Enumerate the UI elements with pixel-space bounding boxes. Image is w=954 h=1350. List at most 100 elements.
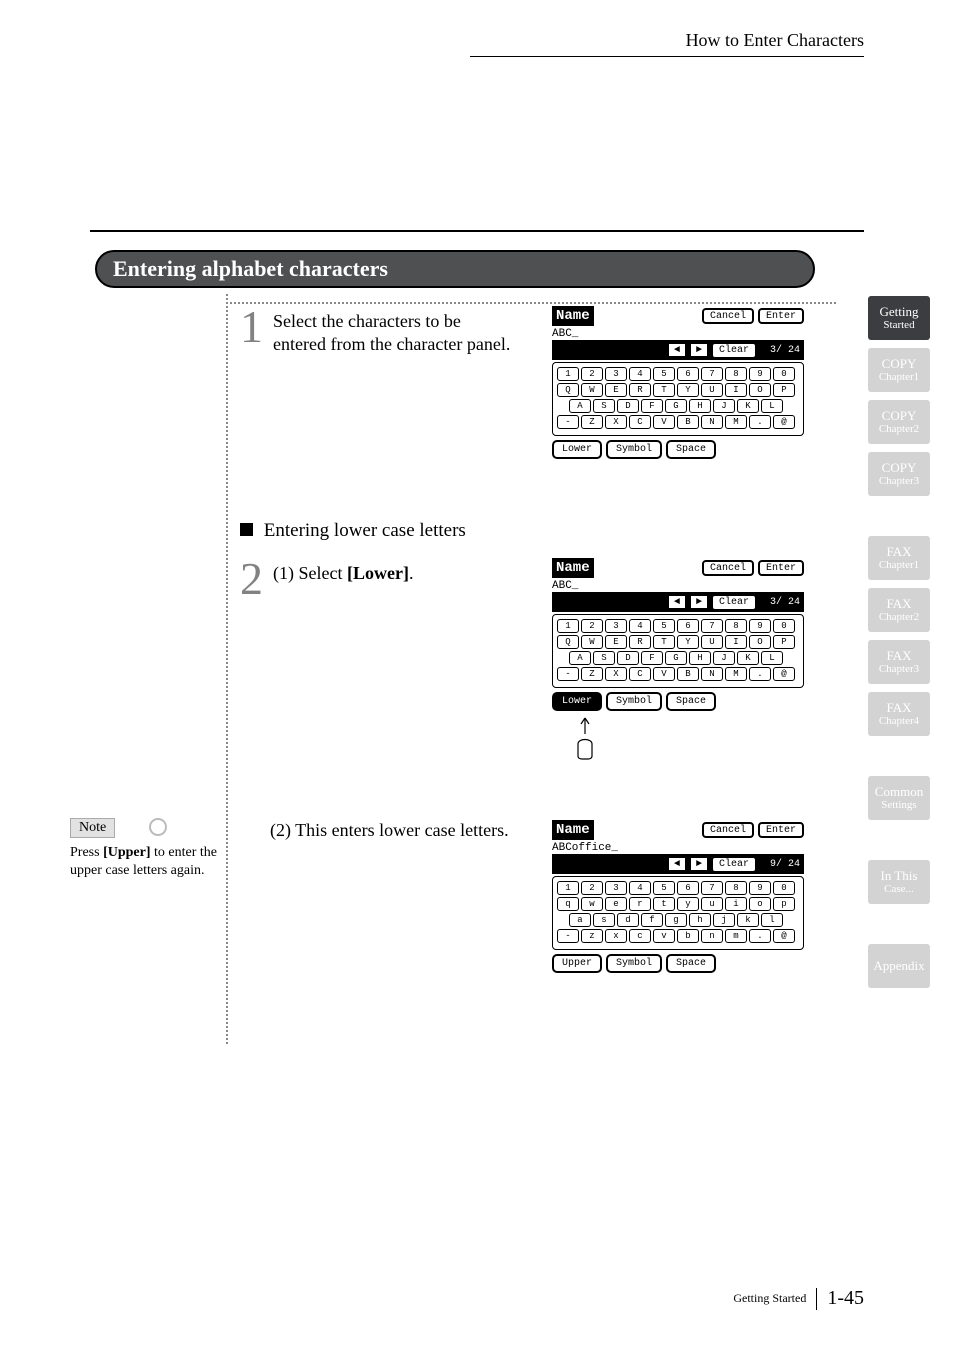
key[interactable]: M [725, 415, 747, 429]
key[interactable]: Y [677, 635, 699, 649]
key[interactable]: . [749, 929, 771, 943]
key[interactable]: V [653, 667, 675, 681]
key[interactable]: b [677, 929, 699, 943]
key[interactable]: - [557, 667, 579, 681]
key[interactable]: 1 [557, 367, 579, 381]
key[interactable]: U [701, 383, 723, 397]
key[interactable]: G [665, 651, 687, 665]
nav-right-icon[interactable]: ► [690, 343, 708, 357]
key[interactable]: 8 [725, 619, 747, 633]
key[interactable]: C [629, 667, 651, 681]
key[interactable]: - [557, 415, 579, 429]
key[interactable]: i [725, 897, 747, 911]
key[interactable]: E [605, 383, 627, 397]
key[interactable]: 1 [557, 619, 579, 633]
key[interactable]: 0 [773, 619, 795, 633]
lower-button[interactable]: Lower [552, 692, 602, 711]
symbol-button[interactable]: Symbol [606, 954, 662, 973]
nav-right-icon[interactable]: ► [690, 595, 708, 609]
cancel-button[interactable]: Cancel [702, 822, 754, 838]
key[interactable]: I [725, 635, 747, 649]
section-tab[interactable]: CommonSettings [868, 776, 930, 820]
key[interactable]: 2 [581, 619, 603, 633]
key[interactable]: 8 [725, 881, 747, 895]
key[interactable]: P [773, 383, 795, 397]
key[interactable]: C [629, 415, 651, 429]
nav-right-icon[interactable]: ► [690, 857, 708, 871]
section-tab[interactable]: COPYChapter3 [868, 452, 930, 496]
key[interactable]: 4 [629, 367, 651, 381]
key[interactable]: K [737, 399, 759, 413]
key[interactable]: u [701, 897, 723, 911]
key[interactable]: l [761, 913, 783, 927]
key[interactable]: z [581, 929, 603, 943]
key[interactable]: F [641, 399, 663, 413]
section-tab[interactable]: Appendix [868, 944, 930, 988]
section-tab[interactable]: GettingStarted [868, 296, 930, 340]
key[interactable]: B [677, 415, 699, 429]
key[interactable]: d [617, 913, 639, 927]
section-tab[interactable]: COPYChapter2 [868, 400, 930, 444]
key[interactable]: . [749, 667, 771, 681]
key[interactable]: r [629, 897, 651, 911]
upper-button[interactable]: Upper [552, 954, 602, 973]
key[interactable]: P [773, 635, 795, 649]
space-button[interactable]: Space [666, 954, 716, 973]
key[interactable]: 9 [749, 619, 771, 633]
space-button[interactable]: Space [666, 692, 716, 711]
key[interactable]: c [629, 929, 651, 943]
clear-button[interactable]: Clear [712, 595, 756, 610]
section-tab[interactable]: COPYChapter1 [868, 348, 930, 392]
key[interactable]: 9 [749, 881, 771, 895]
key[interactable]: 7 [701, 367, 723, 381]
key[interactable]: T [653, 635, 675, 649]
key[interactable]: U [701, 635, 723, 649]
section-tab[interactable]: FAXChapter3 [868, 640, 930, 684]
key[interactable]: W [581, 383, 603, 397]
key[interactable]: f [641, 913, 663, 927]
key[interactable]: Q [557, 635, 579, 649]
key[interactable]: . [749, 415, 771, 429]
key[interactable]: 7 [701, 881, 723, 895]
key[interactable]: k [737, 913, 759, 927]
key[interactable]: 3 [605, 367, 627, 381]
key[interactable]: o [749, 897, 771, 911]
key[interactable]: A [569, 399, 591, 413]
key[interactable]: @ [773, 667, 795, 681]
key[interactable]: H [689, 399, 711, 413]
key[interactable]: j [713, 913, 735, 927]
key[interactable]: x [605, 929, 627, 943]
key[interactable]: 6 [677, 619, 699, 633]
key[interactable]: 6 [677, 367, 699, 381]
key[interactable]: 2 [581, 367, 603, 381]
key[interactable]: B [677, 667, 699, 681]
clear-button[interactable]: Clear [712, 343, 756, 358]
key[interactable]: @ [773, 415, 795, 429]
key[interactable]: W [581, 635, 603, 649]
section-tab[interactable]: FAXChapter1 [868, 536, 930, 580]
key[interactable]: q [557, 897, 579, 911]
section-tab[interactable]: FAXChapter4 [868, 692, 930, 736]
lower-button[interactable]: Lower [552, 440, 602, 459]
key[interactable]: - [557, 929, 579, 943]
key[interactable]: 2 [581, 881, 603, 895]
key[interactable]: R [629, 383, 651, 397]
key[interactable]: T [653, 383, 675, 397]
cancel-button[interactable]: Cancel [702, 560, 754, 576]
key[interactable]: v [653, 929, 675, 943]
key[interactable]: Y [677, 383, 699, 397]
key[interactable]: 0 [773, 881, 795, 895]
nav-left-icon[interactable]: ◄ [668, 343, 686, 357]
key[interactable]: R [629, 635, 651, 649]
nav-left-icon[interactable]: ◄ [668, 857, 686, 871]
key[interactable]: m [725, 929, 747, 943]
clear-button[interactable]: Clear [712, 857, 756, 872]
key[interactable]: E [605, 635, 627, 649]
key[interactable]: 3 [605, 881, 627, 895]
key[interactable]: 4 [629, 881, 651, 895]
key[interactable]: s [593, 913, 615, 927]
key[interactable]: A [569, 651, 591, 665]
key[interactable]: 5 [653, 881, 675, 895]
key[interactable]: H [689, 651, 711, 665]
key[interactable]: Z [581, 415, 603, 429]
